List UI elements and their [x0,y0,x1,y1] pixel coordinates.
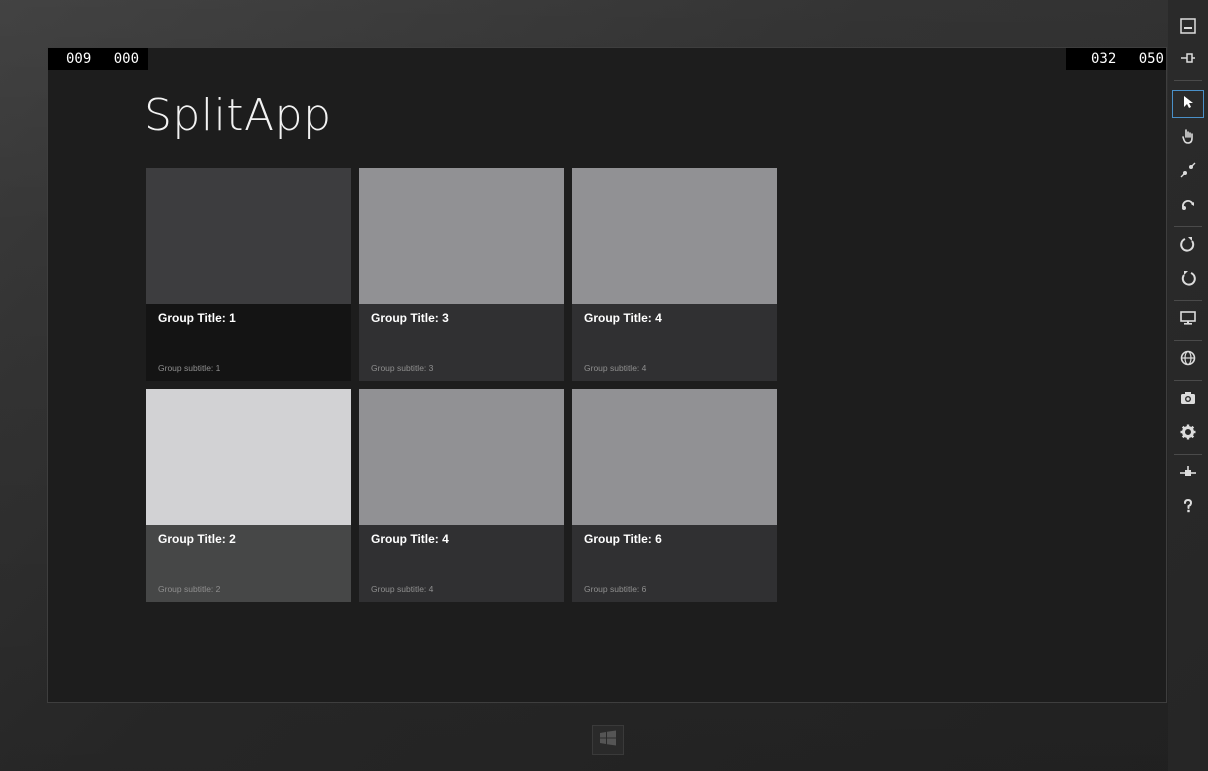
settings-icon [1179,423,1197,445]
group-title: Group Title: 2 [158,532,236,546]
screenshot-button[interactable] [1172,386,1204,414]
network-icon [1179,463,1197,485]
group-grid: Group Title: 1 Group subtitle: 1 Group T… [146,168,786,608]
group-image [572,389,777,525]
group-tile[interactable]: Group Title: 4 Group subtitle: 4 [572,168,777,381]
group-subtitle: Group subtitle: 2 [158,584,221,594]
rotate-clockwise-button[interactable] [1172,232,1204,260]
status-counter-left: 009 000 [48,48,148,70]
group-tile[interactable]: Group Title: 1 Group subtitle: 1 [146,168,351,381]
simulator-toolbar [1170,10,1206,520]
pin-icon [1179,49,1197,71]
mouse-mode-icon [1180,94,1196,114]
toolbar-divider [1174,80,1202,81]
windows-start-button[interactable] [592,725,624,755]
toolbar-divider [1174,340,1202,341]
status-counter-right: 032 050 [1066,48,1166,70]
rotation-touch-button[interactable] [1172,192,1204,220]
group-title: Group Title: 4 [371,532,449,546]
toolbar-divider [1174,380,1202,381]
rotate-counterclockwise-button[interactable] [1172,266,1204,294]
group-caption: Group Title: 3 Group subtitle: 3 [359,304,564,381]
group-subtitle: Group subtitle: 4 [584,363,647,373]
group-title: Group Title: 6 [584,532,662,546]
set-location-icon [1179,349,1197,371]
group-image [146,389,351,525]
group-caption: Group Title: 6 Group subtitle: 6 [572,525,777,602]
counter-value: 050 [1138,51,1164,67]
group-caption: Group Title: 2 Group subtitle: 2 [146,525,351,602]
pin-button[interactable] [1172,46,1204,74]
rotate-counterclockwise-icon [1179,269,1197,291]
group-subtitle: Group subtitle: 4 [371,584,434,594]
group-tile[interactable]: Group Title: 4 Group subtitle: 4 [359,389,564,602]
mouse-mode-button[interactable] [1172,90,1204,118]
counter-value: 009 [66,51,92,67]
group-tile[interactable]: Group Title: 6 Group subtitle: 6 [572,389,777,602]
windows-logo-icon [599,730,617,750]
minimize-button[interactable] [1172,14,1204,42]
rotation-touch-icon [1179,195,1197,217]
rotate-clockwise-icon [1179,235,1197,257]
pinch-zoom-button[interactable] [1172,158,1204,186]
page-title: SplitApp [144,90,332,141]
screenshot-icon [1179,389,1197,411]
help-icon [1179,497,1197,519]
settings-button[interactable] [1172,420,1204,448]
group-subtitle: Group subtitle: 3 [371,363,434,373]
group-tile[interactable]: Group Title: 3 Group subtitle: 3 [359,168,564,381]
minimize-icon [1179,17,1197,39]
group-title: Group Title: 4 [584,311,662,325]
counter-value: 000 [113,51,140,67]
group-image [572,168,777,304]
network-button[interactable] [1172,460,1204,488]
group-subtitle: Group subtitle: 1 [158,363,221,373]
toolbar-divider [1174,300,1202,301]
group-caption: Group Title: 4 Group subtitle: 4 [359,525,564,602]
change-resolution-button[interactable] [1172,306,1204,334]
group-image [359,168,564,304]
help-button[interactable] [1172,494,1204,522]
toolbar-divider [1174,454,1202,455]
group-tile[interactable]: Group Title: 2 Group subtitle: 2 [146,389,351,602]
group-title: Group Title: 3 [371,311,449,325]
group-caption: Group Title: 4 Group subtitle: 4 [572,304,777,381]
pinch-zoom-icon [1179,161,1197,183]
change-resolution-icon [1179,309,1197,331]
app-screen: 009 000 032 050 SplitApp Group Title: 1 … [47,47,1167,703]
toolbar-divider [1174,226,1202,227]
group-image [359,389,564,525]
group-subtitle: Group subtitle: 6 [584,584,647,594]
touch-mode-icon [1179,127,1197,149]
group-image [146,168,351,304]
touch-mode-button[interactable] [1172,124,1204,152]
counter-value: 032 [1090,51,1117,67]
set-location-button[interactable] [1172,346,1204,374]
group-caption: Group Title: 1 Group subtitle: 1 [146,304,351,381]
group-title: Group Title: 1 [158,311,236,325]
